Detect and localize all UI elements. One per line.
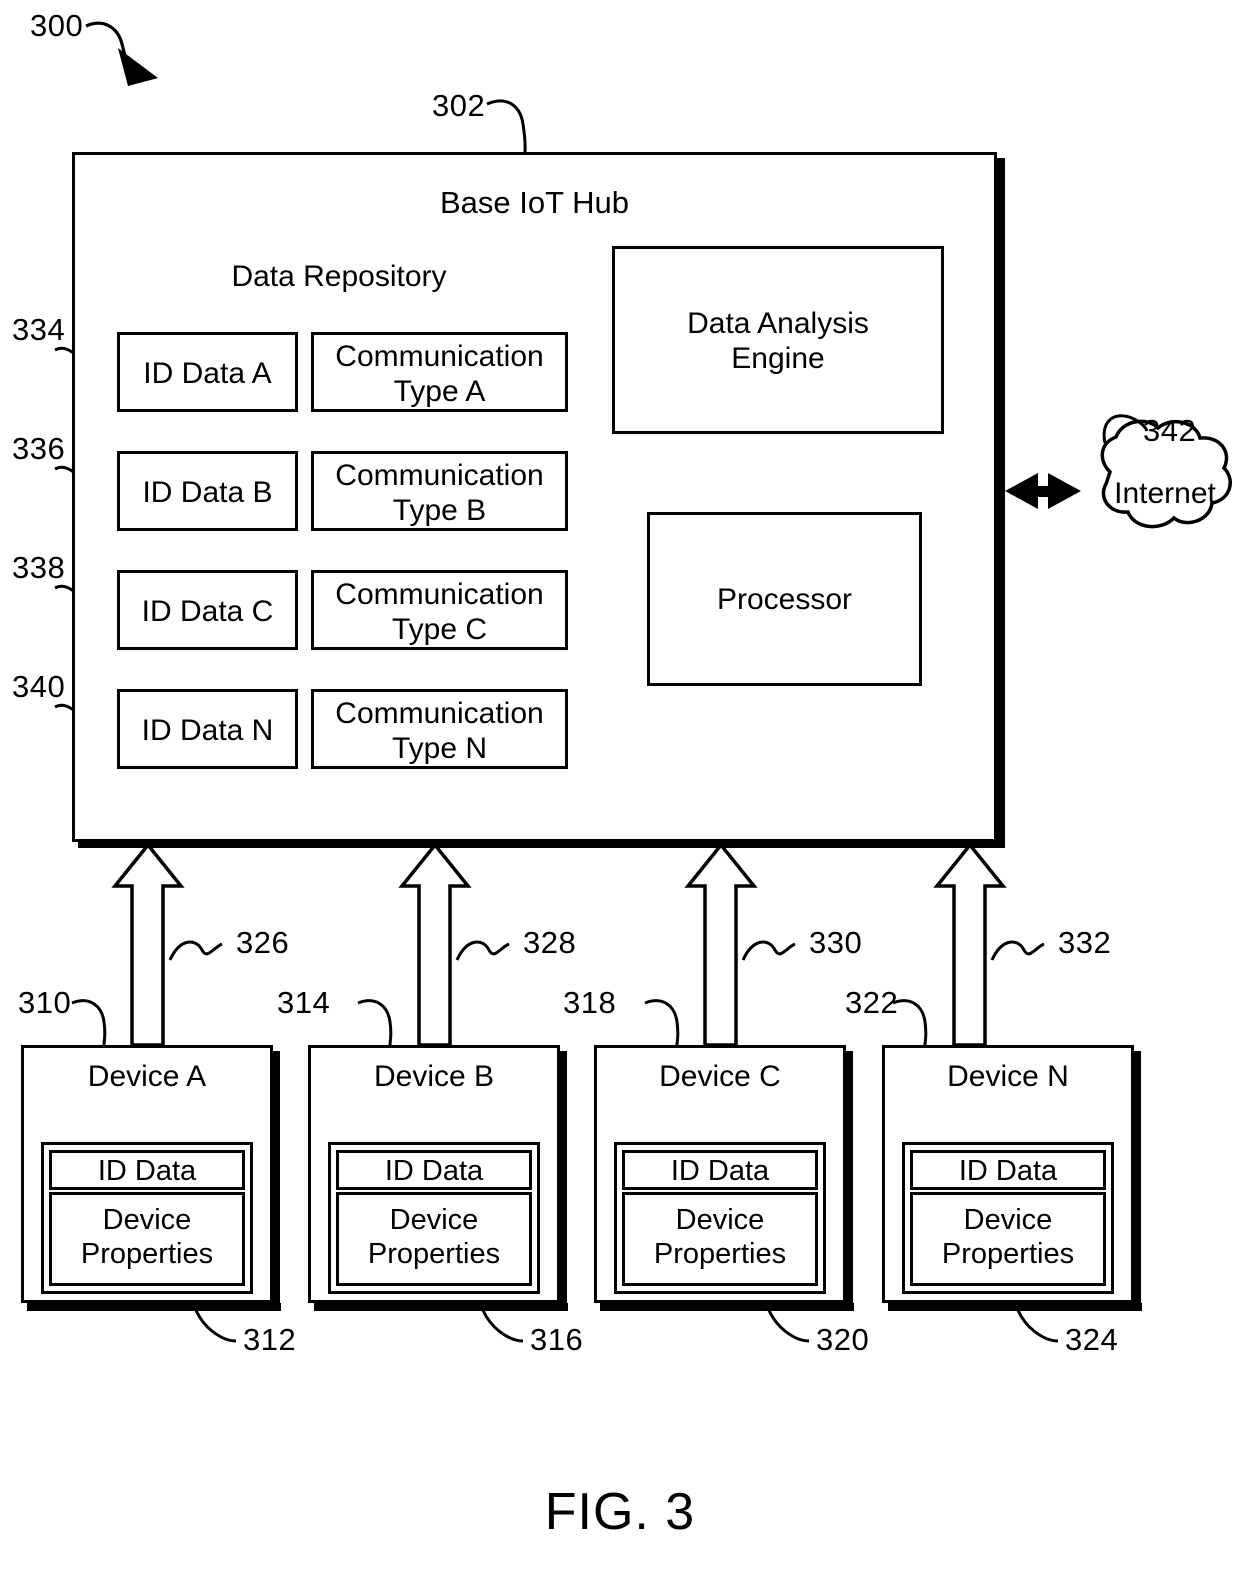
figure-lead-arrowhead	[118, 48, 158, 86]
device-c-id-data-box[interactable]: ID Data	[622, 1150, 818, 1190]
ref-330: 330	[809, 925, 863, 960]
leader-302	[486, 99, 527, 153]
device-b-title: Device B	[373, 1060, 495, 1093]
leader-314	[357, 999, 393, 1046]
ref-318: 318	[563, 985, 617, 1020]
repo-row-n-comm-box[interactable]: Communication Type N	[311, 689, 568, 769]
repo-row-n-id-box[interactable]: ID Data N	[117, 689, 298, 769]
repo-row-b-id-label: ID Data B	[142, 476, 273, 509]
device-a-id-data-box[interactable]: ID Data	[49, 1150, 245, 1190]
data-analysis-engine-label: Data Analysis Engine	[687, 307, 869, 375]
device-a-title: Device A	[87, 1060, 207, 1093]
repo-row-a-id-label: ID Data A	[143, 357, 272, 390]
internet-cloud-label: Internet	[1114, 477, 1216, 510]
repo-row-a-id-box[interactable]: ID Data A	[117, 332, 298, 412]
repo-row-c-comm-box[interactable]: Communication Type C	[311, 570, 568, 650]
ref-328: 328	[523, 925, 577, 960]
leader-310	[71, 999, 107, 1046]
internet-double-arrow	[1005, 473, 1081, 509]
ref-320: 320	[816, 1322, 870, 1357]
repo-row-b-comm-label: Communication Type B	[335, 459, 544, 527]
device-c-shadow-bottom	[600, 1303, 854, 1311]
ref-332: 332	[1058, 925, 1112, 960]
figure-lead-arrow	[85, 21, 135, 79]
ref-336: 336	[12, 431, 66, 466]
leader-326	[168, 940, 223, 961]
device-b-shadow-right	[559, 1051, 567, 1309]
data-analysis-engine-box[interactable]: Data Analysis Engine	[612, 246, 944, 434]
device-b-properties-box[interactable]: Device Properties	[336, 1192, 532, 1286]
ref-302: 302	[432, 88, 486, 123]
uplink-arrow-330	[684, 842, 758, 1047]
device-n-properties-box[interactable]: Device Properties	[910, 1192, 1106, 1286]
repo-row-c-id-box[interactable]: ID Data C	[117, 570, 298, 650]
device-n-title: Device N	[947, 1060, 1069, 1093]
data-repository-title: Data Repository	[231, 260, 447, 293]
ref-338: 338	[12, 550, 66, 585]
device-n-shadow-right	[1133, 1051, 1141, 1309]
leader-328	[455, 940, 510, 961]
repo-row-n-comm-label: Communication Type N	[335, 697, 544, 765]
ref-334: 334	[12, 312, 66, 347]
patent-figure-3: 300 302 304 334 336 338 340 306 308 342 …	[0, 0, 1240, 1569]
ref-316: 316	[530, 1322, 584, 1357]
repo-row-c-comm-label: Communication Type C	[335, 578, 544, 646]
device-n-shadow-bottom	[888, 1303, 1142, 1311]
ref-326: 326	[236, 925, 290, 960]
device-a-shadow-bottom	[27, 1303, 281, 1311]
uplink-arrow-328	[398, 842, 472, 1047]
device-b-id-data-box[interactable]: ID Data	[336, 1150, 532, 1190]
repo-row-c-id-label: ID Data C	[141, 595, 274, 628]
device-c-shadow-right	[845, 1051, 853, 1309]
ref-340: 340	[12, 669, 66, 704]
ref-312: 312	[243, 1322, 297, 1357]
ref-314: 314	[277, 985, 331, 1020]
device-c-properties-box[interactable]: Device Properties	[622, 1192, 818, 1286]
device-a-shadow-right	[272, 1051, 280, 1309]
repo-row-b-id-box[interactable]: ID Data B	[117, 451, 298, 531]
repo-row-a-comm-box[interactable]: Communication Type A	[311, 332, 568, 412]
leader-332	[990, 940, 1045, 961]
ref-322: 322	[845, 985, 899, 1020]
repo-row-b-comm-box[interactable]: Communication Type B	[311, 451, 568, 531]
hub-shadow-right	[997, 158, 1005, 848]
ref-310: 310	[18, 985, 72, 1020]
repo-row-a-comm-label: Communication Type A	[335, 340, 544, 408]
processor-box[interactable]: Processor	[647, 512, 922, 686]
device-c-title: Device C	[659, 1060, 781, 1093]
uplink-arrow-332	[933, 842, 1007, 1047]
repo-row-n-id-label: ID Data N	[141, 714, 274, 747]
device-a-properties-box[interactable]: Device Properties	[49, 1192, 245, 1286]
figure-caption: FIG. 3	[544, 1483, 696, 1541]
leader-342	[1102, 414, 1149, 444]
ref-300: 300	[30, 8, 84, 43]
device-b-shadow-bottom	[314, 1303, 568, 1311]
device-n-id-data-box[interactable]: ID Data	[910, 1150, 1106, 1190]
ref-342: 342	[1143, 413, 1197, 448]
processor-label: Processor	[716, 583, 853, 616]
base-iot-hub-title: Base IoT Hub	[440, 185, 629, 220]
uplink-arrow-326	[111, 842, 185, 1047]
leader-330	[741, 940, 796, 961]
ref-324: 324	[1065, 1322, 1119, 1357]
leader-318	[644, 999, 680, 1046]
